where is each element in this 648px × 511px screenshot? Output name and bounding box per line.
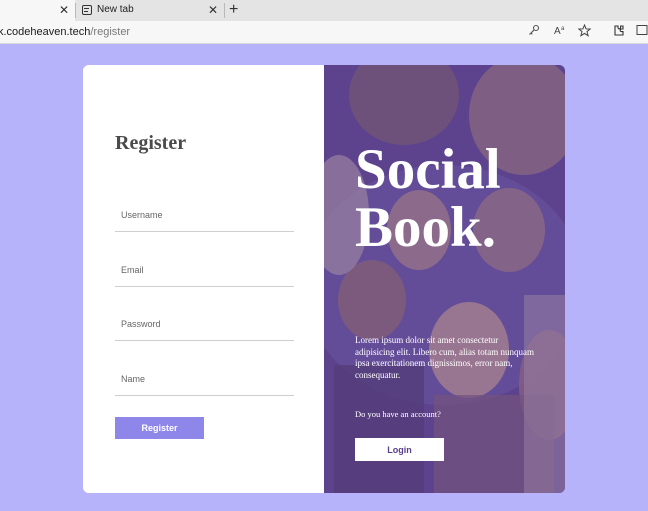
password-field[interactable]: Password <box>115 315 294 341</box>
favorite-star-icon[interactable] <box>577 23 592 41</box>
brand-line-1: Social <box>355 138 501 201</box>
have-account-question: Do you have an account? <box>355 409 441 419</box>
browser-tab-current[interactable]: ✕ <box>0 0 75 21</box>
register-form: Register Username Email Password Name Re… <box>83 65 324 493</box>
login-button[interactable]: Login <box>355 438 444 461</box>
register-button[interactable]: Register <box>115 417 204 439</box>
name-placeholder: Name <box>121 374 146 384</box>
extensions-icon[interactable] <box>612 24 625 41</box>
close-tab-icon[interactable]: ✕ <box>208 3 218 17</box>
address-bar: k.codeheaven.tech/register Aa <box>0 21 648 44</box>
brand-line-2: Book. <box>355 196 496 259</box>
promo-description: Lorem ipsum dolor sit amet consectetur a… <box>355 335 534 380</box>
read-aloud-icon[interactable]: Aa <box>554 24 568 40</box>
svg-text:A: A <box>554 26 561 36</box>
promo-panel: Social Book. Lorem ipsum dolor sit amet … <box>324 65 565 493</box>
close-tab-icon[interactable]: ✕ <box>59 3 69 17</box>
split-screen-icon[interactable] <box>636 24 648 40</box>
password-placeholder: Password <box>121 319 161 329</box>
email-placeholder: Email <box>121 265 144 275</box>
brand-title: Social Book. <box>355 141 501 257</box>
tab-title: New tab <box>97 4 134 15</box>
new-tab-page-icon <box>82 5 92 15</box>
register-card: Register Username Email Password Name Re… <box>83 65 565 493</box>
svg-text:a: a <box>561 26 565 32</box>
register-heading: Register <box>115 132 187 154</box>
url-field[interactable]: k.codeheaven.tech/register <box>0 26 130 38</box>
username-field[interactable]: Username <box>115 206 294 232</box>
tab-divider <box>224 3 225 18</box>
browser-tab-new-tab[interactable]: New tab ✕ <box>76 0 224 21</box>
url-path: /register <box>90 26 131 38</box>
name-field[interactable]: Name <box>115 370 294 396</box>
username-placeholder: Username <box>121 210 163 220</box>
browser-tab-bar: ✕ New tab ✕ + <box>0 0 648 21</box>
url-host: k.codeheaven.tech <box>0 26 91 38</box>
new-tab-button[interactable]: + <box>229 1 238 19</box>
email-field[interactable]: Email <box>115 261 294 287</box>
key-icon[interactable] <box>528 24 540 40</box>
photo-tint-overlay <box>324 65 565 493</box>
